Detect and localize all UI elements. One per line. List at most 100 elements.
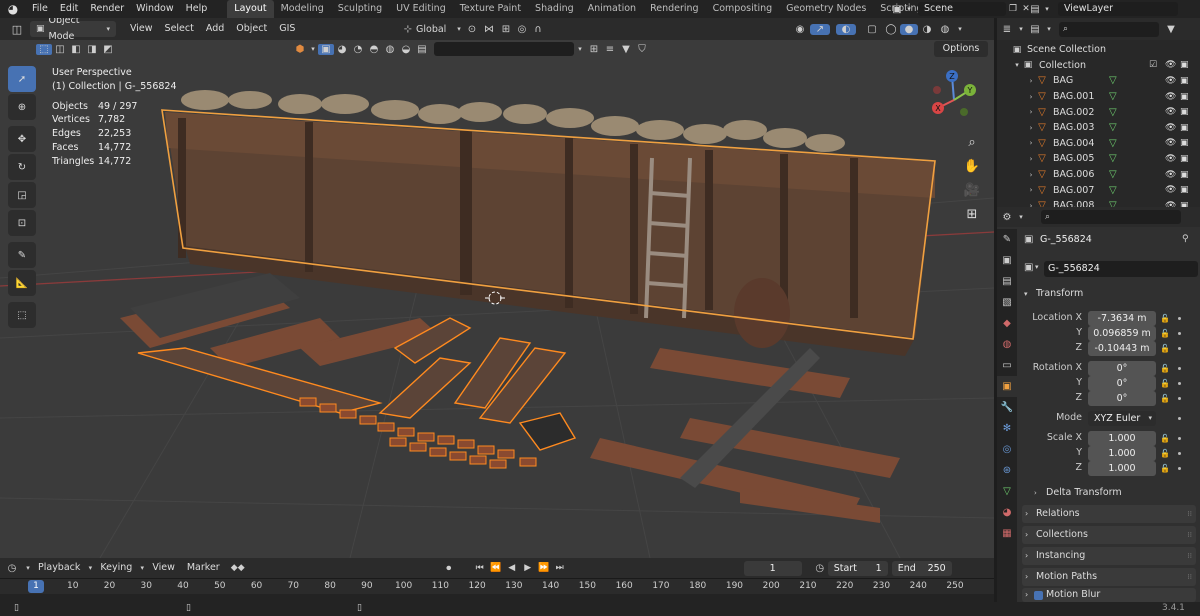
- scene-name-field[interactable]: Scene: [918, 2, 1006, 16]
- tab-shading[interactable]: Shading: [528, 0, 581, 18]
- tab-compositing[interactable]: Compositing: [706, 0, 780, 18]
- menu-select[interactable]: Select: [159, 18, 200, 40]
- lock-icon[interactable]: 🔓: [1160, 449, 1170, 458]
- keyframe-dot-icon[interactable]: [1178, 467, 1181, 470]
- camera-icon[interactable]: ▣: [1180, 107, 1189, 117]
- record-icon[interactable]: ⏺: [440, 563, 458, 574]
- outliner-item[interactable]: › ▽ BAG.007 ▽ 👁 ▣: [997, 182, 1200, 198]
- location-z-field[interactable]: -0.10443 m: [1088, 341, 1156, 356]
- transform-panel-header[interactable]: ▾ Transform: [1022, 285, 1196, 303]
- camera-icon[interactable]: ▣: [1180, 92, 1189, 102]
- snap-icon[interactable]: ⋈: [480, 24, 498, 35]
- vertex-select-icon[interactable]: ▣: [318, 43, 334, 55]
- scale-z-field[interactable]: 1.000: [1088, 461, 1156, 476]
- move-tool-icon[interactable]: ✥: [8, 126, 36, 152]
- jump-keyframe-forward-icon[interactable]: ⏩: [536, 563, 552, 573]
- keyframe-dot-icon[interactable]: [1178, 347, 1181, 350]
- select-invert-icon[interactable]: ◨: [84, 44, 100, 55]
- lock-icon[interactable]: 🔓: [1160, 464, 1170, 473]
- keyframe-dot-icon[interactable]: [1178, 332, 1181, 335]
- rotation-y-field[interactable]: 0°: [1088, 376, 1156, 391]
- collection-row[interactable]: ▾ ▣ Collection ☑ 👁 ▣: [997, 58, 1200, 74]
- chevron-down-icon[interactable]: ▾: [1017, 25, 1025, 33]
- expand-arrow-icon[interactable]: ›: [1027, 124, 1035, 132]
- scale-y-field[interactable]: 1.000: [1088, 446, 1156, 461]
- pivot-point-icon[interactable]: ⊙: [464, 24, 480, 35]
- scene-icon[interactable]: ▣: [890, 4, 904, 15]
- sphere-icon[interactable]: ◕: [334, 44, 350, 55]
- xray-icon[interactable]: ▢: [862, 24, 882, 35]
- light-icon[interactable]: ◔: [350, 44, 366, 55]
- menu-marker[interactable]: Marker: [181, 558, 226, 578]
- chevron-down-icon[interactable]: ▾: [24, 564, 32, 572]
- lock-icon[interactable]: 🔓: [1160, 314, 1170, 323]
- chevron-down-icon[interactable]: ▾: [1035, 263, 1039, 271]
- chevron-down-icon[interactable]: ▾: [1017, 213, 1025, 221]
- add-cube-tool-icon[interactable]: ⬚: [8, 302, 36, 328]
- modifier-tab-icon[interactable]: 🔧: [997, 397, 1017, 418]
- collection-tab-icon[interactable]: ▭: [997, 355, 1017, 376]
- camera-view-icon[interactable]: 🎥: [960, 178, 984, 202]
- solid-shading-icon[interactable]: ●: [900, 23, 918, 35]
- keyframe-dot-icon[interactable]: [1178, 367, 1181, 370]
- mesh-data-icon[interactable]: ▽: [1109, 75, 1117, 86]
- blender-logo-icon[interactable]: ◕: [0, 2, 26, 16]
- menu-window[interactable]: Window: [130, 0, 179, 18]
- preview-range-icon[interactable]: ◷: [812, 563, 828, 574]
- eye-icon[interactable]: 👁: [1165, 185, 1176, 195]
- filter-icon[interactable]: ▼: [618, 44, 634, 55]
- falloff-icon[interactable]: ∩: [530, 24, 546, 35]
- camera-icon[interactable]: ▣: [1180, 154, 1189, 164]
- mesh-data-icon[interactable]: ▽: [1109, 107, 1117, 118]
- expand-arrow-icon[interactable]: ›: [1027, 139, 1035, 147]
- outliner-editor-icon[interactable]: ≣: [997, 24, 1017, 35]
- keyframe-dot-icon[interactable]: [1178, 317, 1181, 320]
- chevron-down-icon[interactable]: ▾: [454, 25, 464, 33]
- measure-tool-icon[interactable]: 📐: [8, 270, 36, 296]
- hand-pan-icon[interactable]: ✋: [960, 154, 984, 178]
- gis-globe-icon[interactable]: ⬢: [292, 44, 308, 55]
- material-icon[interactable]: ◒: [398, 44, 414, 55]
- properties-editor-icon[interactable]: ⚙: [997, 212, 1017, 223]
- menu-edit[interactable]: Edit: [54, 0, 84, 18]
- camera-icon[interactable]: ▣: [1180, 138, 1189, 148]
- scale-x-field[interactable]: 1.000: [1088, 431, 1156, 446]
- tab-animation[interactable]: Animation: [581, 0, 643, 18]
- chevron-down-icon[interactable]: ▾: [1042, 5, 1052, 13]
- select-intersect-icon[interactable]: ◩: [100, 44, 116, 55]
- mesh-data-icon[interactable]: ▽: [1109, 91, 1117, 102]
- expand-arrow-icon[interactable]: ›: [1027, 108, 1035, 116]
- eye-icon[interactable]: 👁: [1165, 76, 1176, 86]
- navigation-gizmo[interactable]: Z Y X: [924, 68, 984, 128]
- camera-icon[interactable]: ▤: [414, 44, 430, 55]
- camera-icon[interactable]: ▣: [1180, 60, 1189, 70]
- eye-icon[interactable]: 👁: [1165, 107, 1176, 117]
- constraints-tab-icon[interactable]: ⊛: [997, 460, 1017, 481]
- tab-texture-paint[interactable]: Texture Paint: [453, 0, 528, 18]
- wireframe-shading-icon[interactable]: ◯: [882, 24, 900, 35]
- snap-target-icon[interactable]: ⊞: [498, 24, 514, 35]
- render-tab-icon[interactable]: ▣: [997, 250, 1017, 271]
- keyframe-dot-icon[interactable]: [1178, 417, 1181, 420]
- editor-type-icon[interactable]: ◫: [4, 23, 30, 36]
- drag-handle-icon[interactable]: ⁞⁞: [1188, 505, 1192, 523]
- menu-keying[interactable]: Keying: [94, 558, 138, 578]
- menu-add[interactable]: Add: [200, 18, 230, 40]
- drag-handle-icon[interactable]: ⁞⁞: [1188, 526, 1192, 544]
- outliner-item[interactable]: › ▽ BAG.003 ▽ 👁 ▣: [997, 120, 1200, 136]
- tab-geometry-nodes[interactable]: Geometry Nodes: [779, 0, 873, 18]
- copy-scene-icon[interactable]: ❐: [1006, 4, 1020, 14]
- current-frame-field[interactable]: 1: [743, 560, 802, 576]
- object-tab-icon[interactable]: ▣: [997, 376, 1017, 397]
- rotation-x-field[interactable]: 0°: [1088, 361, 1156, 376]
- lock-icon[interactable]: 🔓: [1160, 379, 1170, 388]
- material-tab-icon[interactable]: ◕: [997, 502, 1017, 523]
- eye-icon[interactable]: 👁: [1165, 170, 1176, 180]
- view-layer-field[interactable]: ViewLayer: [1058, 2, 1178, 16]
- drag-handle-icon[interactable]: ⁞⁞: [1188, 568, 1192, 586]
- camera-icon[interactable]: ▣: [1180, 123, 1189, 133]
- rotation-z-field[interactable]: 0°: [1088, 391, 1156, 406]
- filter-icon[interactable]: ▼: [1159, 24, 1183, 35]
- motion-paths-panel-header[interactable]: › Motion Paths ⁞⁞: [1022, 568, 1196, 586]
- proportional-edit-icon[interactable]: ◎: [514, 24, 530, 35]
